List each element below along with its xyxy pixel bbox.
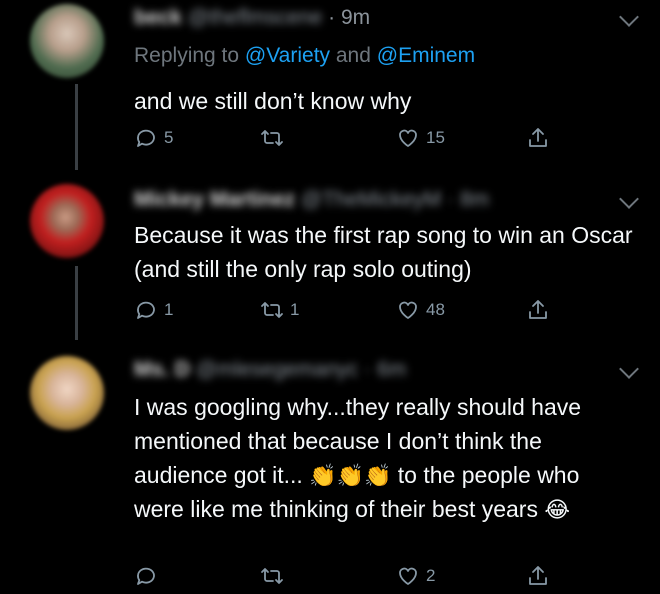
retweet-icon bbox=[260, 564, 284, 588]
reply-button[interactable] bbox=[134, 564, 164, 588]
reply-count: 5 bbox=[164, 128, 174, 147]
like-button[interactable]: 48 bbox=[396, 298, 445, 322]
share-button[interactable] bbox=[526, 564, 550, 588]
retweet-icon bbox=[260, 126, 284, 150]
heart-icon bbox=[396, 564, 420, 588]
heart-icon bbox=[396, 298, 420, 322]
reply-icon bbox=[134, 564, 158, 588]
clap-emoji: 👏 bbox=[364, 463, 392, 488]
share-icon bbox=[526, 298, 550, 322]
retweet-button[interactable]: 1 bbox=[260, 298, 299, 322]
timestamp[interactable]: 9m bbox=[341, 6, 370, 29]
thread-line bbox=[75, 84, 78, 170]
like-count: 2 bbox=[426, 566, 436, 585]
mention-link[interactable]: @Eminem bbox=[377, 44, 475, 67]
avatar[interactable] bbox=[30, 356, 104, 430]
mention-link[interactable]: @Variety bbox=[245, 44, 330, 67]
chevron-down-icon[interactable] bbox=[619, 189, 639, 209]
share-button[interactable] bbox=[526, 126, 550, 150]
like-button[interactable]: 15 bbox=[396, 126, 445, 150]
share-button[interactable] bbox=[526, 298, 550, 322]
reply-button[interactable]: 5 bbox=[134, 126, 173, 150]
tweet-text: Because it was the first rap song to win… bbox=[134, 222, 633, 282]
tweet[interactable]: beck @theflmscene · 9m Replying to @Vari… bbox=[0, 0, 660, 170]
heart-icon bbox=[396, 126, 420, 150]
clap-emoji: 👏 bbox=[336, 463, 364, 488]
like-button[interactable]: 2 bbox=[396, 564, 435, 588]
retweet-icon bbox=[260, 298, 284, 322]
retweet-button[interactable] bbox=[260, 564, 290, 588]
timestamp[interactable]: 6m bbox=[377, 358, 406, 381]
retweet-button[interactable] bbox=[260, 126, 290, 150]
display-name[interactable]: Mickey Martinez bbox=[134, 188, 295, 211]
share-icon bbox=[526, 126, 550, 150]
replying-to: Replying to @Variety and @Eminem bbox=[134, 44, 475, 68]
share-icon bbox=[526, 564, 550, 588]
display-name[interactable]: Ms. D bbox=[134, 358, 190, 381]
user-handle[interactable]: @mlesegemanyc bbox=[196, 358, 359, 381]
user-handle[interactable]: @TheMickeyM bbox=[301, 188, 441, 211]
tweet-text: and we still don’t know why bbox=[134, 88, 412, 114]
tweet-actions: 5 15 bbox=[134, 126, 574, 154]
user-handle[interactable]: @theflmscene bbox=[188, 6, 323, 29]
laugh-emoji: 😂 bbox=[544, 497, 571, 522]
tweet-actions: 2 bbox=[134, 564, 574, 592]
thread-line bbox=[75, 266, 78, 340]
clap-emoji: 👏 bbox=[309, 463, 337, 488]
tweet[interactable]: Ms. D @mlesegemanyc · 6m I was googling … bbox=[0, 342, 660, 594]
chevron-down-icon[interactable] bbox=[619, 359, 639, 379]
display-name[interactable]: beck bbox=[134, 6, 182, 29]
retweet-count: 1 bbox=[290, 300, 300, 319]
tweet-text: I was googling why...they really should … bbox=[134, 390, 614, 526]
timestamp[interactable]: 8m bbox=[460, 188, 489, 211]
reply-icon bbox=[134, 298, 158, 322]
reply-icon bbox=[134, 126, 158, 150]
reply-count: 1 bbox=[164, 300, 174, 319]
tweet-header: Ms. D @mlesegemanyc · 6m bbox=[134, 358, 407, 381]
and-label: and bbox=[330, 44, 377, 67]
reply-button[interactable]: 1 bbox=[134, 298, 173, 322]
avatar[interactable] bbox=[30, 4, 104, 78]
like-count: 15 bbox=[426, 128, 445, 147]
chevron-down-icon[interactable] bbox=[619, 7, 639, 27]
tweet-actions: 1 1 48 bbox=[134, 298, 574, 326]
avatar[interactable] bbox=[30, 184, 104, 258]
replying-label: Replying to bbox=[134, 44, 245, 67]
like-count: 48 bbox=[426, 300, 445, 319]
tweet-header: Mickey Martinez @TheMickeyM · 8m bbox=[134, 188, 490, 211]
tweet[interactable]: Mickey Martinez @TheMickeyM · 8m Because… bbox=[0, 170, 660, 340]
tweet-header: beck @theflmscene · 9m bbox=[134, 6, 371, 29]
